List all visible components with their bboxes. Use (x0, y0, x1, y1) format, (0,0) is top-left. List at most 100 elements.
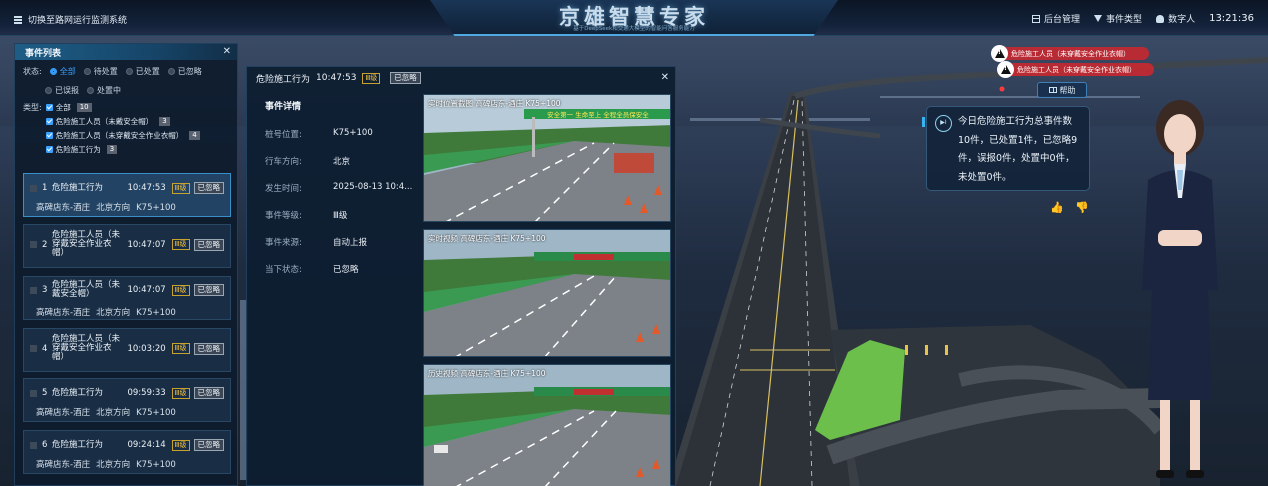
event-section: 高碑店东-酒庄 (36, 408, 91, 418)
event-type: 危险施工行为 (52, 387, 104, 398)
type-checkbox-all[interactable]: 全部 10 (45, 102, 200, 113)
type-checkbox-dangerous-behavior[interactable]: 危险施工行为 3 (45, 144, 200, 155)
info-key: 行车方向: (265, 157, 302, 167)
event-checkbox[interactable] (30, 345, 37, 352)
status-radio-ignored[interactable]: 已忽略 (167, 66, 202, 77)
camera-banner: 安全第一 生命至上 全程全员保安全 (547, 110, 649, 119)
switch-system-link[interactable]: 切换至路网运行监测系统 (14, 13, 127, 26)
camera-history-video[interactable]: 历史视频 高碑店东-酒庄 K75+100 (423, 364, 671, 486)
info-key: 桩号位置: (265, 130, 302, 140)
event-type: 危险施工人员（未穿戴安全作业衣帽） (52, 334, 121, 362)
type-count-badge: 3 (159, 117, 170, 126)
type-checkbox-no-workwear[interactable]: 危险施工人员（未穿戴安全作业衣帽） 4 (45, 130, 200, 141)
event-number: 2 (42, 239, 48, 250)
close-icon[interactable]: ✕ (661, 73, 669, 83)
status-option-label: 已误报 (55, 86, 79, 95)
digital-human-button[interactable]: 数字人 (1156, 12, 1195, 25)
event-card[interactable]: 6 危险施工行为 09:24:14 Ⅲ级 已忽略 高碑店东-酒庄 北京方向 K75+… (23, 430, 231, 474)
info-key: 当下状态: (265, 265, 302, 275)
road-camera-image (424, 230, 670, 356)
status-radio-processing[interactable]: 处置中 (87, 85, 121, 96)
event-location: 高碑店东-酒庄 北京方向 K75+100 (36, 458, 182, 470)
info-value: 自动上报 (333, 238, 368, 248)
event-time: 09:59:33 (127, 388, 166, 398)
event-stake: K75+100 (136, 308, 176, 318)
event-stake: K75+100 (136, 460, 176, 470)
event-time: 09:24:14 (127, 440, 166, 450)
event-card[interactable]: 2 危险施工人员（未穿戴安全作业衣帽） 10:47:07 Ⅲ级 已忽略 (23, 224, 231, 268)
road-camera-image (424, 365, 670, 486)
info-row: 当下状态: 已忽略 (265, 263, 415, 275)
book-icon (1048, 87, 1057, 93)
event-checkbox[interactable] (30, 184, 37, 192)
event-status-badge: 已忽略 (193, 284, 224, 296)
alert-text: 危险施工人员（未穿戴安全作业衣帽） (1011, 49, 1130, 58)
event-type: 危险施工行为 (52, 182, 104, 193)
info-row: 事件来源: 自动上报 (265, 236, 415, 248)
event-level-badge: Ⅲ级 (171, 284, 190, 296)
event-stake: K75+100 (136, 408, 176, 418)
event-number: 3 (42, 285, 48, 295)
camera-snapshot[interactable]: 安全第一 生命至上 全程全员保安全 实时位置截图 高碑店东-酒庄 K75+100 (423, 94, 671, 222)
event-time: 10:47:07 (127, 239, 166, 250)
warning-icon (997, 61, 1014, 78)
event-number: 4 (42, 343, 48, 354)
camera-live-video[interactable]: 实时视频 高碑店东-酒庄 K75+100 (423, 229, 671, 357)
status-radio-false-alarm[interactable]: 已误报 (45, 85, 79, 96)
camera-caption: 实时位置截图 高碑店东-酒庄 K75+100 (428, 99, 561, 108)
info-key: 发生时间: (265, 184, 302, 194)
alert-badge[interactable]: 危险施工人员（未穿戴安全作业衣帽） (997, 61, 1154, 78)
event-checkbox[interactable] (30, 286, 37, 294)
event-number: 5 (42, 388, 48, 398)
thumbs-down-icon[interactable]: 👎 (1075, 202, 1089, 214)
event-status-badge: 已忽略 (193, 342, 224, 355)
admin-button[interactable]: 后台管理 (1032, 12, 1080, 25)
help-button[interactable]: 帮助 (1037, 82, 1087, 98)
alert-badge[interactable]: 危险施工人员（未穿戴安全作业衣帽） (991, 45, 1149, 62)
status-radio-handled[interactable]: 已处置 (125, 66, 160, 77)
event-info: 事件详情 桩号位置: K75+100 行车方向: 北京 发生时间: 2025-08-1… (265, 99, 415, 290)
info-value: 2025-08-13 10:4... (333, 182, 413, 192)
assistant-message: ▶I 今日危险施工行为总事件数10件，已处置1件，已忽略9件，误报0件，处置中0… (922, 106, 1090, 191)
help-label: 帮助 (1059, 85, 1076, 95)
camera-caption: 实时视频 高碑店东-酒庄 K75+100 (428, 234, 546, 243)
event-type-button[interactable]: 事件类型 (1094, 12, 1142, 25)
type-option-label: 全部 (55, 103, 71, 112)
event-location: 高碑店东-酒庄 北京方向 K75+100 (36, 306, 182, 318)
type-filter-label: 类型: (23, 103, 42, 112)
event-section: 高碑店东-酒庄 (36, 308, 91, 318)
filter-icon (1094, 15, 1103, 22)
status-radio-pending[interactable]: 待处置 (83, 66, 118, 77)
event-level-badge: Ⅲ级 (171, 387, 190, 399)
status-option-label: 已处置 (135, 67, 160, 76)
event-direction: 北京方向 (96, 460, 131, 470)
top-bar: 切换至路网运行监测系统 京雄智慧专家 基于DeepSeek和交通大模型的智能问答… (0, 0, 1268, 36)
event-type: 危险施工人员（未戴安全帽） (52, 280, 121, 299)
warning-icon (991, 45, 1008, 62)
event-checkbox[interactable] (30, 441, 37, 449)
event-card[interactable]: 3 危险施工人员（未戴安全帽） 10:47:07 Ⅲ级 已忽略 高碑店东-酒庄北… (23, 276, 231, 320)
event-card[interactable]: 1 危险施工行为 10:47:53 Ⅲ级 已忽略 高碑店东-酒庄 北京方向 K75+… (23, 173, 231, 217)
event-detail-panel: 危险施工行为 10:47:53 Ⅲ级 已忽略 ✕ 事件详情 桩号位置: K75+1… (246, 66, 676, 486)
event-stake: K75+100 (136, 203, 176, 213)
type-checkbox-no-helmet[interactable]: 危险施工人员（未戴安全帽） 3 (45, 116, 200, 127)
status-filter-label: 状态: (23, 67, 42, 76)
person-icon (1156, 14, 1165, 23)
admin-label: 后台管理 (1044, 15, 1081, 25)
event-number: 1 (42, 183, 48, 193)
status-option-label: 全部 (59, 67, 76, 76)
event-status-badge: 已忽略 (193, 182, 224, 194)
event-status-badge: 已忽略 (193, 238, 224, 251)
event-card[interactable]: 5 危险施工行为 09:59:33 Ⅲ级 已忽略 高碑店东-酒庄 北京方向 K75+… (23, 378, 231, 422)
thumbs-up-icon[interactable]: 👍 (1050, 202, 1064, 214)
type-option-label: 危险施工人员（未穿戴安全作业衣帽） (55, 131, 184, 140)
digital-human-label: 数字人 (1168, 15, 1196, 25)
event-card[interactable]: 4 危险施工人员（未穿戴安全作业衣帽） 10:03:20 Ⅲ级 已忽略 (23, 328, 231, 372)
event-checkbox[interactable] (30, 241, 37, 248)
close-icon[interactable]: ✕ (223, 47, 231, 57)
event-type: 危险施工人员（未穿戴安全作业衣帽） (52, 230, 121, 258)
event-type: 危险施工行为 (52, 439, 104, 450)
event-checkbox[interactable] (30, 389, 37, 397)
switch-system-label: 切换至路网运行监测系统 (28, 16, 128, 26)
status-radio-all[interactable]: 全部 (49, 66, 76, 77)
